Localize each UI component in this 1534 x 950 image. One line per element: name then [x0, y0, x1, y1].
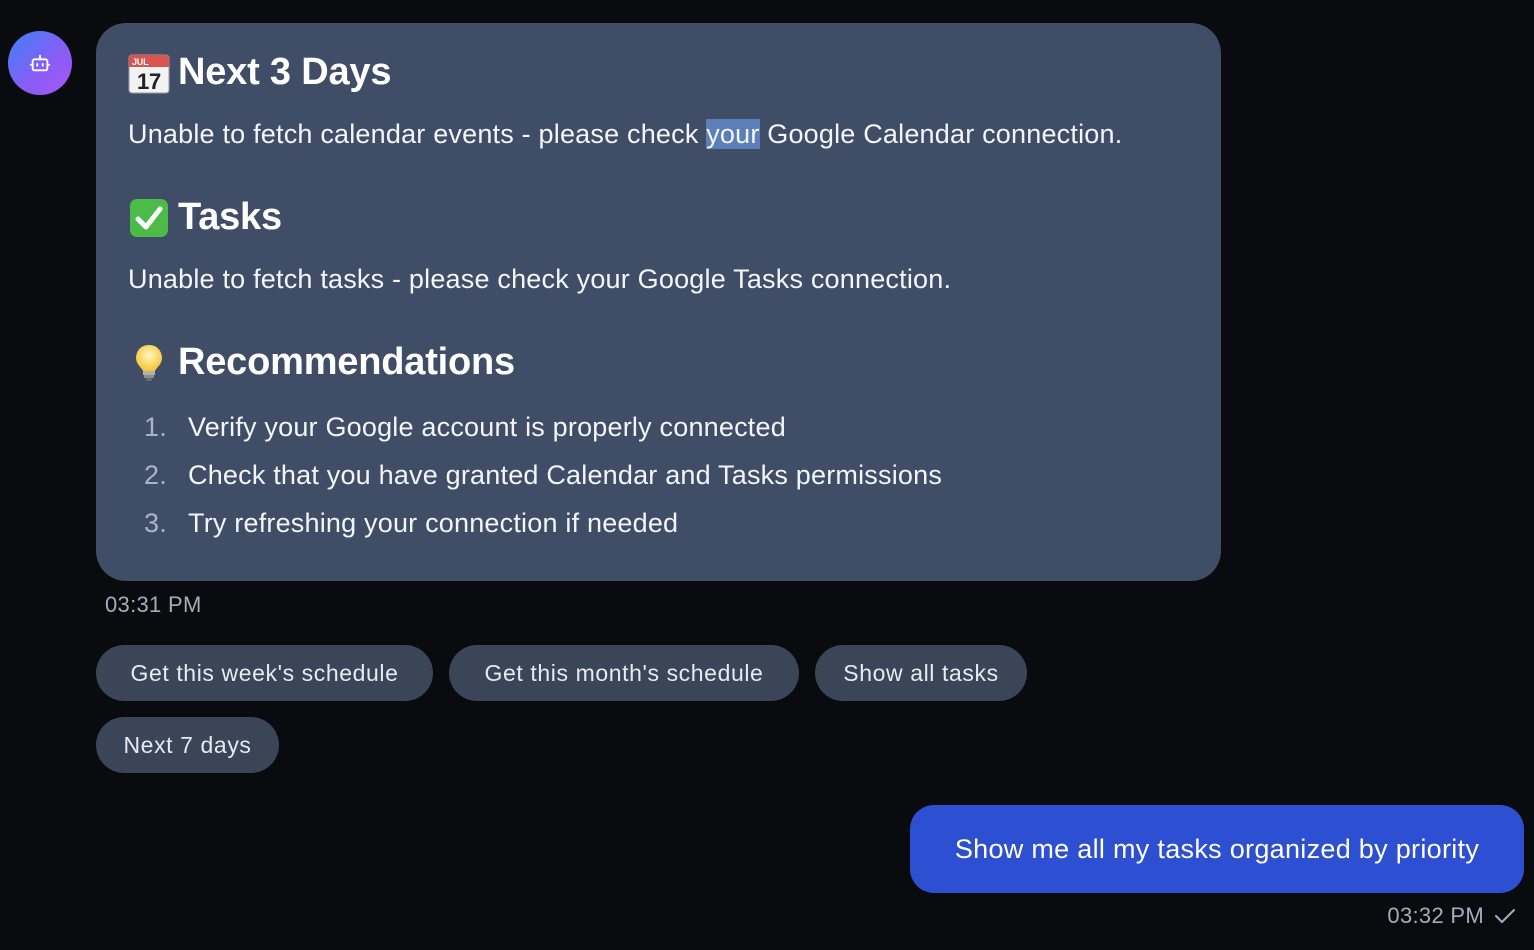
suggestion-chip-week-schedule[interactable]: Get this week's schedule [96, 645, 433, 701]
list-item: 2. Check that you have granted Calendar … [144, 459, 943, 490]
svg-text:17: 17 [137, 69, 161, 94]
section-heading-text: Tasks [178, 196, 282, 238]
user-message-text: Show me all my tasks organized by priori… [954, 833, 1480, 864]
section-heading-tasks: Tasks [128, 196, 282, 239]
user-message-bubble: Show me all my tasks organized by priori… [910, 805, 1524, 893]
recommendations-list: 1. Verify your Google account is properl… [128, 403, 942, 547]
selected-text: your [706, 119, 760, 149]
calendar-icon: JUL 17 [128, 52, 170, 94]
list-item: 1. Verify your Google account is properl… [144, 411, 786, 442]
check-mark-button-icon [128, 197, 170, 239]
checkmark-icon [1495, 909, 1515, 923]
list-item: 3. Try refreshing your connection if nee… [144, 507, 679, 538]
calendar-status-text: Unable to fetch calendar events - please… [128, 119, 1123, 149]
section-heading-next-3-days: JUL 17 Next 3 Days [128, 51, 391, 94]
robot-icon [29, 54, 51, 72]
svg-text:JUL: JUL [132, 57, 149, 67]
suggestion-chip-show-all-tasks[interactable]: Show all tasks [815, 645, 1027, 701]
assistant-message-timestamp: 03:31 PM [105, 592, 202, 617]
assistant-message-bubble: JUL 17 Next 3 Days Unable to fetch calen… [96, 23, 1221, 581]
user-message-timestamp: 03:32 PM [1387, 903, 1484, 928]
user-message-meta: 03:32 PM [1387, 903, 1516, 929]
tasks-status-text: Unable to fetch tasks - please check you… [128, 264, 952, 294]
assistant-avatar [8, 31, 72, 95]
section-heading-text: Next 3 Days [178, 51, 392, 93]
section-heading-text: Recommendations [178, 341, 515, 383]
section-heading-recommendations: Recommendations [128, 341, 515, 384]
suggestion-chip-month-schedule[interactable]: Get this month's schedule [449, 645, 799, 701]
suggestion-chip-next-7-days[interactable]: Next 7 days [96, 717, 279, 773]
light-bulb-icon [128, 342, 170, 384]
